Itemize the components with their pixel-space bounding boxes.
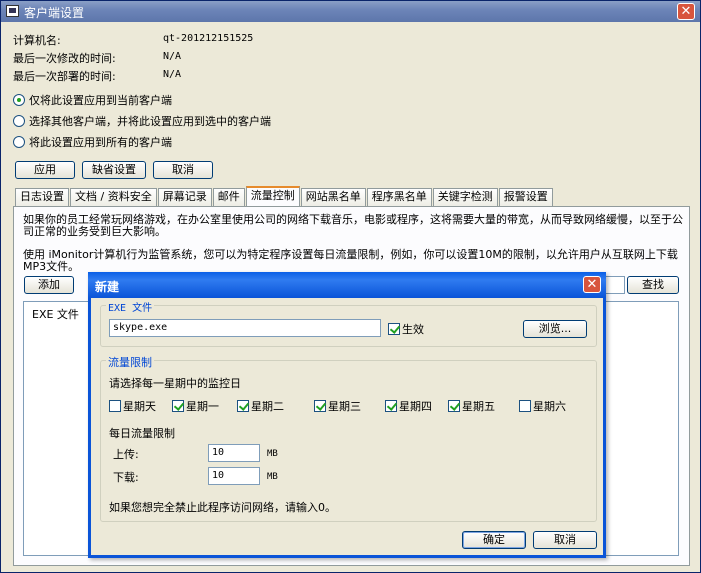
checkbox-icon[interactable] — [172, 400, 184, 412]
checkbox-icon[interactable] — [385, 400, 397, 412]
radio-icon[interactable] — [13, 94, 25, 106]
weekday-label: 星期天 — [123, 400, 156, 413]
enabled-label: 生效 — [402, 323, 424, 336]
weekday-checkbox-6[interactable]: 星期六 — [519, 399, 566, 413]
weekday-label: 星期四 — [399, 400, 432, 413]
computer-name-value: qt-201212151525 — [163, 33, 254, 44]
download-input[interactable]: 10 — [208, 467, 260, 485]
tab-2[interactable]: 屏幕记录 — [157, 188, 212, 206]
computer-name-label: 计算机名: — [13, 34, 61, 47]
tab-3[interactable]: 邮件 — [212, 188, 245, 206]
daily-limit-label: 每日流量限制 — [109, 427, 175, 440]
exe-group-legend: EXE 文件 — [106, 299, 155, 314]
dialog-title: 新建 — [95, 280, 120, 294]
upload-unit: MB — [267, 449, 278, 459]
weekday-checkbox-4[interactable]: 星期四 — [385, 399, 432, 413]
upload-input[interactable]: 10 — [208, 444, 260, 462]
default-settings-button[interactable]: 缺省设置 — [82, 161, 146, 179]
weekday-label: 星期二 — [251, 400, 284, 413]
checkbox-icon[interactable] — [237, 400, 249, 412]
tab-8[interactable]: 报警设置 — [498, 188, 553, 206]
checkbox-icon[interactable] — [109, 400, 121, 412]
apply-button[interactable]: 应用 — [15, 161, 75, 179]
scope-option-label: 选择其他客户端，并将此设置应用到选中的客户端 — [29, 115, 271, 128]
scope-option-all[interactable]: 将此设置应用到所有的客户端 — [13, 134, 172, 150]
exe-file-input[interactable]: skype.exe — [109, 319, 381, 337]
tab-6[interactable]: 程序黑名单 — [366, 188, 432, 206]
window-titlebar[interactable]: 客户端设置 ✕ — [1, 1, 700, 22]
checkbox-icon[interactable] — [314, 400, 326, 412]
find-button[interactable]: 查找 — [627, 276, 679, 294]
panel-example: 使用 iMonitor计算机行为监管系统，您可以为特定程序设置每日流量限制，例如… — [23, 248, 678, 273]
panel-description: 如果你的员工经常玩网络游戏，在办公室里使用公司的网络下载音乐，电影或程序，这将需… — [23, 213, 683, 238]
browse-button[interactable]: 浏览... — [523, 320, 587, 338]
block-hint: 如果您想完全禁止此程序访问网络，请输入0。 — [109, 501, 336, 514]
scope-option-selected[interactable]: 选择其他客户端，并将此设置应用到选中的客户端 — [13, 113, 271, 129]
weekday-checkbox-3[interactable]: 星期三 — [314, 399, 361, 413]
list-column-exe[interactable]: EXE 文件 — [32, 306, 79, 322]
download-unit: MB — [267, 472, 278, 482]
weekday-checkbox-1[interactable]: 星期一 — [172, 399, 219, 413]
checkbox-icon[interactable] — [519, 400, 531, 412]
dialog-cancel-button[interactable]: 取消 — [533, 531, 597, 549]
weekday-label: 星期三 — [328, 400, 361, 413]
last-modified-label: 最后一次修改的时间: — [13, 52, 116, 65]
weekday-checkbox-2[interactable]: 星期二 — [237, 399, 284, 413]
weekday-checkbox-5[interactable]: 星期五 — [448, 399, 495, 413]
weekday-prompt: 请选择每一星期中的监控日 — [109, 377, 241, 390]
cancel-button[interactable]: 取消 — [153, 161, 213, 179]
checkbox-icon[interactable] — [388, 323, 400, 335]
tab-1[interactable]: 文档 / 资料安全 — [70, 188, 157, 206]
last-deployed-label: 最后一次部署的时间: — [13, 70, 116, 83]
last-deployed-value: N/A — [163, 69, 182, 80]
scope-option-label: 仅将此设置应用到当前客户端 — [29, 94, 172, 107]
client-settings-window: 客户端设置 ✕ 计算机名: qt-201212151525 最后一次修改的时间:… — [0, 0, 701, 573]
new-rule-dialog: 新建 ✕ EXE 文件 skype.exe 生效 浏览... 流量限制 请选择每… — [88, 272, 606, 558]
tab-7[interactable]: 关键字检测 — [432, 188, 498, 206]
settings-tabs: 日志设置 文档 / 资料安全 屏幕记录 邮件 流量控制 网站黑名单 程序黑名单 关键字检测 报警… — [15, 186, 554, 206]
scope-option-label: 将此设置应用到所有的客户端 — [29, 136, 172, 149]
download-label: 下载: — [113, 471, 139, 484]
window-close-button[interactable]: ✕ — [677, 3, 695, 20]
ok-button[interactable]: 确定 — [462, 531, 526, 549]
dialog-close-button[interactable]: ✕ — [583, 276, 601, 293]
window-title: 客户端设置 — [24, 6, 85, 20]
add-button[interactable]: 添加 — [24, 276, 74, 294]
radio-icon[interactable] — [13, 115, 25, 127]
weekday-label: 星期一 — [186, 400, 219, 413]
weekday-label: 星期五 — [462, 400, 495, 413]
weekday-checkbox-0[interactable]: 星期天 — [109, 399, 156, 413]
scope-option-current[interactable]: 仅将此设置应用到当前客户端 — [13, 92, 172, 108]
dialog-titlebar[interactable]: 新建 ✕ — [88, 272, 606, 298]
traffic-group-legend: 流量限制 — [106, 354, 154, 370]
app-icon — [6, 5, 19, 17]
radio-icon[interactable] — [13, 136, 25, 148]
last-modified-value: N/A — [163, 51, 182, 62]
upload-label: 上传: — [113, 448, 139, 461]
tab-5[interactable]: 网站黑名单 — [300, 188, 366, 206]
checkbox-icon[interactable] — [448, 400, 460, 412]
tab-0[interactable]: 日志设置 — [15, 188, 69, 206]
weekday-label: 星期六 — [533, 400, 566, 413]
tab-4[interactable]: 流量控制 — [245, 186, 300, 206]
enabled-checkbox[interactable]: 生效 — [388, 322, 424, 336]
